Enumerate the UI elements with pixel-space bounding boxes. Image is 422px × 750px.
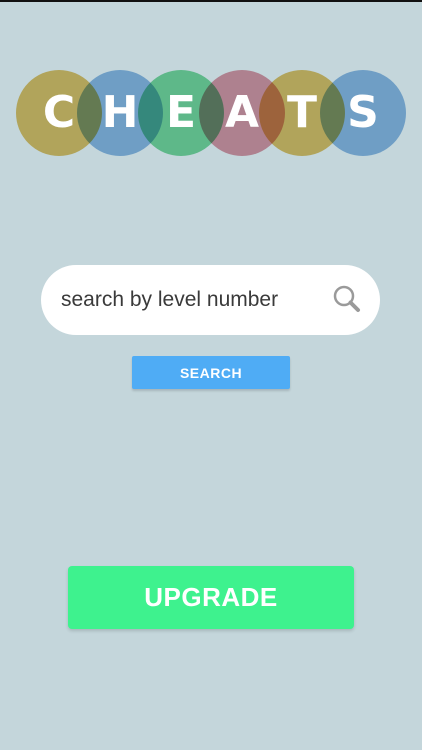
search-icon[interactable] [331, 283, 365, 317]
upgrade-button[interactable]: UPGRADE [68, 566, 354, 629]
search-box[interactable] [41, 265, 380, 335]
logo-letter-s: S [347, 87, 379, 138]
search-input[interactable] [61, 265, 316, 335]
cheats-logo: C H E A T S [16, 70, 406, 156]
status-bar-edge [0, 0, 422, 2]
search-button[interactable]: SEARCH [132, 356, 290, 389]
